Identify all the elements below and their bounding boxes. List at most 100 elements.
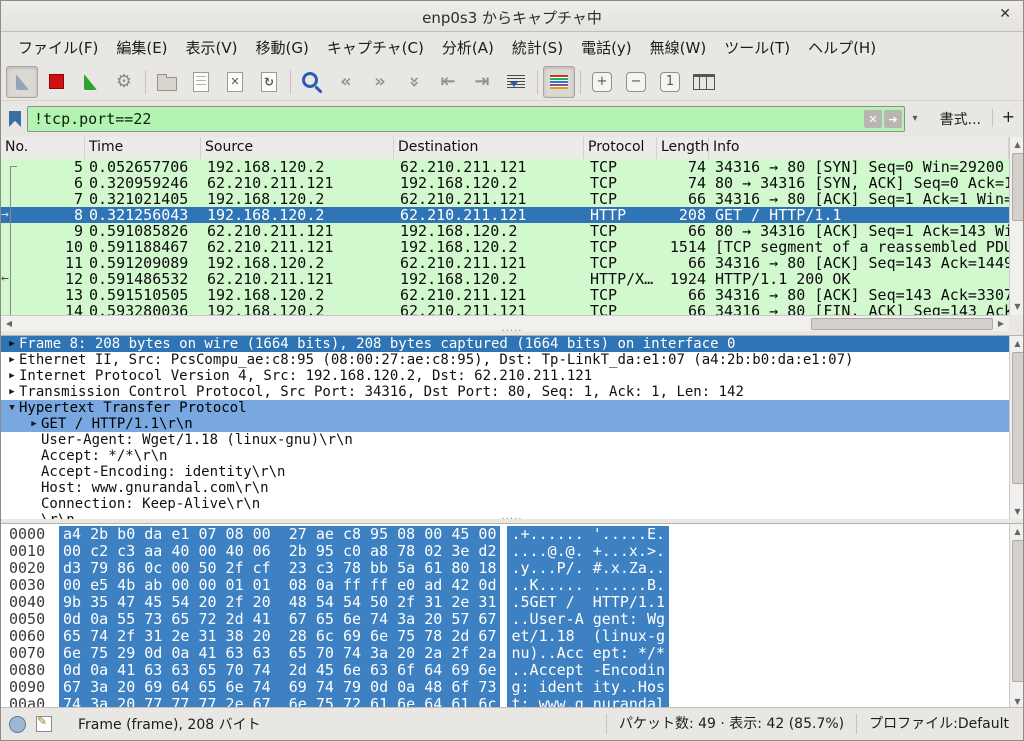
detail-row[interactable]: ▶Transmission Control Protocol, Src Port… — [1, 384, 1009, 400]
filter-bookmark-button[interactable] — [5, 107, 25, 131]
packet-row[interactable]: 130.591510505192.168.120.262.210.211.121… — [1, 287, 1009, 303]
packet-row[interactable]: 140.593280036192.168.120.262.210.211.121… — [1, 303, 1009, 315]
hex-row[interactable]: 006065 74 2f 31 2e 31 38 20 28 6c 69 6e … — [1, 628, 1009, 645]
find-packet-button[interactable] — [296, 66, 328, 98]
menu-item[interactable]: ヘルプ(H) — [799, 34, 885, 61]
go-to-packet-button[interactable]: » — [398, 66, 430, 98]
detail-row[interactable]: User-Agent: Wget/1.18 (linux-gnu)\r\n — [1, 432, 1009, 448]
column-header-protocol[interactable]: Protocol — [584, 137, 657, 159]
detail-row[interactable]: ▶Frame 8: 208 bytes on wire (1664 bits),… — [1, 336, 1009, 352]
hex-row[interactable]: 009067 3a 20 69 64 65 6e 74 69 74 79 0d … — [1, 679, 1009, 696]
start-capture-button[interactable] — [6, 66, 38, 98]
menu-item[interactable]: 分析(A) — [433, 34, 503, 61]
chevron-down-icon[interactable]: ▼ — [5, 400, 19, 416]
hex-row[interactable]: 00500d 0a 55 73 65 72 2d 41 67 65 6e 74 … — [1, 611, 1009, 628]
hex-row[interactable]: 003000 e5 4b ab 00 00 01 01 08 0a ff ff … — [1, 577, 1009, 594]
zoom-in-button[interactable]: + — [586, 66, 618, 98]
column-header-destination[interactable]: Destination — [394, 137, 584, 159]
menu-item[interactable]: 無線(W) — [641, 34, 716, 61]
detail-row[interactable]: ▼Hypertext Transfer Protocol — [1, 400, 1009, 416]
bytes-scroll-thumb[interactable] — [1012, 540, 1024, 682]
filter-add-button[interactable]: + — [1002, 107, 1015, 126]
chevron-right-icon[interactable]: ▶ — [5, 336, 19, 352]
resize-columns-button[interactable] — [688, 66, 720, 98]
detail-row[interactable]: ▶Ethernet II, Src: PcsCompu_ae:c8:95 (08… — [1, 352, 1009, 368]
detail-row[interactable]: ▶Internet Protocol Version 4, Src: 192.1… — [1, 368, 1009, 384]
scroll-down-icon[interactable]: ▼ — [1010, 300, 1024, 314]
zoom-original-button[interactable]: 1 — [654, 66, 686, 98]
column-header-time[interactable]: Time — [85, 137, 201, 159]
go-next-packet-button[interactable]: » — [364, 66, 396, 98]
colorize-packets-button[interactable] — [543, 66, 575, 98]
capture-options-button[interactable]: ⚙ — [108, 66, 140, 98]
column-header-source[interactable]: Source — [201, 137, 394, 159]
zoom-out-button[interactable]: − — [620, 66, 652, 98]
detail-row[interactable]: Host: www.gnurandal.com\r\n — [1, 480, 1009, 496]
menu-item[interactable]: 電話(y) — [572, 34, 641, 61]
scroll-up-icon[interactable]: ▲ — [1010, 337, 1024, 351]
packet-row[interactable]: 110.591209089192.168.120.262.210.211.121… — [1, 255, 1009, 271]
packet-row[interactable]: 90.59108582662.210.211.121192.168.120.2T… — [1, 223, 1009, 239]
column-header-no[interactable]: No. — [1, 137, 85, 159]
hex-row[interactable]: 0000a4 2b b0 da e1 07 08 00 27 ae c8 95 … — [1, 526, 1009, 543]
chevron-right-icon[interactable]: ▶ — [5, 368, 19, 384]
packet-row[interactable]: 50.052657706192.168.120.262.210.211.121T… — [1, 159, 1009, 175]
go-previous-packet-button[interactable]: « — [330, 66, 362, 98]
open-file-button[interactable] — [151, 66, 183, 98]
close-file-button[interactable] — [219, 66, 251, 98]
save-file-button[interactable] — [185, 66, 217, 98]
scroll-up-icon[interactable]: ▲ — [1010, 525, 1024, 539]
filter-apply-button[interactable]: ➔ — [884, 110, 902, 128]
status-profile[interactable]: プロファイル:Default — [856, 714, 1023, 734]
packet-list-vscrollbar[interactable]: ▲ ▼ — [1009, 137, 1024, 315]
go-last-packet-button[interactable]: ⇥ — [466, 66, 498, 98]
stop-capture-button[interactable] — [40, 66, 72, 98]
expert-info-icon[interactable] — [9, 716, 26, 733]
details-scroll-thumb[interactable] — [1012, 352, 1024, 484]
menu-item[interactable]: 移動(G) — [247, 34, 318, 61]
packet-list-header[interactable]: No.TimeSourceDestinationProtocolLengthIn… — [1, 137, 1009, 160]
capture-comment-icon[interactable] — [36, 716, 52, 732]
hex-row[interactable]: 0020d3 79 86 0c 00 50 2f cf 23 c3 78 bb … — [1, 560, 1009, 577]
menu-item[interactable]: 統計(S) — [503, 34, 572, 61]
scroll-right-icon[interactable]: ▶ — [994, 317, 1008, 330]
window-close-button[interactable]: ✕ — [999, 6, 1011, 22]
go-first-packet-button[interactable]: ⇤ — [432, 66, 464, 98]
window-titlebar[interactable]: enp0s3 からキャプチャ中 ✕ — [1, 1, 1023, 32]
bytes-vscrollbar[interactable]: ▲ ▼ — [1009, 524, 1024, 710]
filter-history-dropdown[interactable]: ▾ — [908, 109, 922, 127]
packet-list-scroll-thumb[interactable] — [1012, 153, 1024, 221]
details-vscrollbar[interactable]: ▲ ▼ — [1009, 336, 1024, 520]
menu-item[interactable]: ツール(T) — [715, 34, 799, 61]
packet-row[interactable]: 60.32095924662.210.211.121192.168.120.2T… — [1, 175, 1009, 191]
hex-row[interactable]: 00706e 75 29 0d 0a 41 63 63 65 70 74 3a … — [1, 645, 1009, 662]
menu-item[interactable]: 編集(E) — [107, 34, 176, 61]
detail-row[interactable]: Accept-Encoding: identity\r\n — [1, 464, 1009, 480]
filter-clear-button[interactable]: ✕ — [864, 110, 882, 128]
auto-scroll-button[interactable] — [500, 66, 532, 98]
chevron-right-icon[interactable]: ▶ — [5, 384, 19, 400]
menu-item[interactable]: キャプチャ(C) — [318, 34, 433, 61]
filter-input[interactable] — [30, 109, 862, 129]
detail-row[interactable]: ▶GET / HTTP/1.1\r\n — [1, 416, 1009, 432]
scroll-up-icon[interactable]: ▲ — [1010, 138, 1024, 152]
hscroll-thumb[interactable] — [811, 318, 993, 330]
column-header-length[interactable]: Length — [657, 137, 709, 159]
packet-row[interactable]: 100.59118846762.210.211.121192.168.120.2… — [1, 239, 1009, 255]
hex-row[interactable]: 00409b 35 47 45 54 20 2f 20 48 54 54 50 … — [1, 594, 1009, 611]
menu-item[interactable]: 表示(V) — [177, 34, 247, 61]
restart-capture-button[interactable] — [74, 66, 106, 98]
chevron-right-icon[interactable]: ▶ — [5, 352, 19, 368]
column-header-info[interactable]: Info — [709, 137, 1009, 159]
scroll-down-icon[interactable]: ▼ — [1010, 505, 1024, 519]
scroll-left-icon[interactable]: ◀ — [2, 317, 16, 330]
filter-expression-button[interactable]: 書式... — [940, 109, 981, 129]
hex-row[interactable]: 00800d 0a 41 63 63 65 70 74 2d 45 6e 63 … — [1, 662, 1009, 679]
reload-file-button[interactable] — [253, 66, 285, 98]
detail-row[interactable]: Connection: Keep-Alive\r\n — [1, 496, 1009, 512]
menu-item[interactable]: ファイル(F) — [9, 34, 107, 61]
packet-row[interactable]: 80.321256043192.168.120.262.210.211.121H… — [1, 207, 1009, 223]
packet-row[interactable]: 70.321021405192.168.120.262.210.211.121T… — [1, 191, 1009, 207]
hex-row[interactable]: 001000 c2 c3 aa 40 00 40 06 2b 95 c0 a8 … — [1, 543, 1009, 560]
filter-field[interactable]: ✕ ➔ — [27, 106, 905, 132]
